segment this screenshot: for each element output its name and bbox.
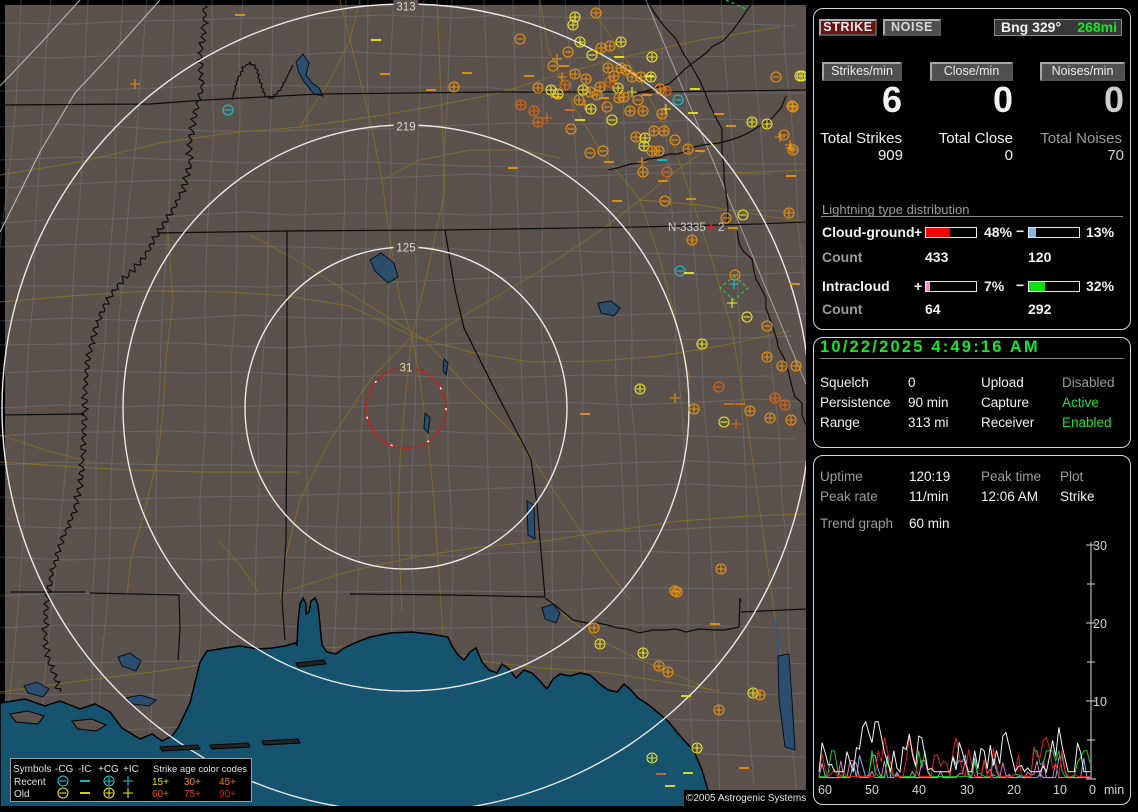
svg-text:-IC: -IC xyxy=(78,764,91,775)
svg-text:+IC: +IC xyxy=(123,764,139,775)
svg-text:30+: 30+ xyxy=(184,777,201,788)
svg-text:0: 0 xyxy=(1089,783,1096,797)
svg-text:30: 30 xyxy=(1093,539,1107,553)
svg-text:30: 30 xyxy=(960,783,974,797)
svg-text:90+: 90+ xyxy=(219,789,236,800)
svg-text:15+: 15+ xyxy=(152,777,169,788)
svg-text:50: 50 xyxy=(865,783,879,797)
svg-text:60: 60 xyxy=(818,783,832,797)
svg-text:31: 31 xyxy=(400,363,413,375)
svg-text:60+: 60+ xyxy=(152,789,169,800)
svg-text:Strike age color codes: Strike age color codes xyxy=(153,764,247,775)
svg-text:N-3335: N-3335 xyxy=(668,222,706,234)
svg-text:10: 10 xyxy=(1053,783,1067,797)
svg-text:313: 313 xyxy=(396,2,415,14)
svg-text:20: 20 xyxy=(1093,617,1107,631)
svg-text:219: 219 xyxy=(396,122,415,134)
svg-text:75+: 75+ xyxy=(184,789,201,800)
svg-text:40: 40 xyxy=(912,783,926,797)
svg-text:Old: Old xyxy=(14,789,30,800)
svg-text:Symbols: Symbols xyxy=(13,764,51,775)
svg-text:+CG: +CG xyxy=(98,764,119,775)
svg-text:125: 125 xyxy=(396,243,415,255)
svg-text:2: 2 xyxy=(718,222,724,234)
svg-text:Recent: Recent xyxy=(14,777,46,788)
svg-text:-CG: -CG xyxy=(55,764,74,775)
svg-text:20: 20 xyxy=(1007,783,1021,797)
svg-text:©2005 Astrogenic Systems: ©2005 Astrogenic Systems xyxy=(686,793,806,804)
svg-text:min: min xyxy=(1104,783,1124,797)
svg-text:45+: 45+ xyxy=(219,777,236,788)
svg-text:10: 10 xyxy=(1093,695,1107,709)
